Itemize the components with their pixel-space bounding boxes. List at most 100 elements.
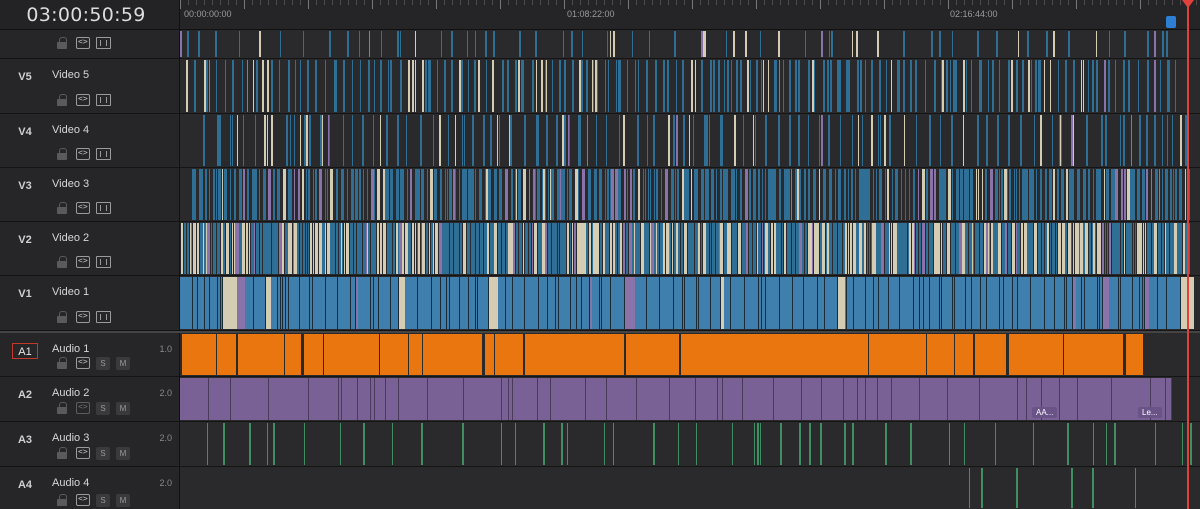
- clip[interactable]: [733, 169, 735, 220]
- clip[interactable]: [564, 223, 566, 274]
- clip[interactable]: [571, 31, 573, 57]
- clip[interactable]: [303, 31, 304, 57]
- clip[interactable]: [444, 60, 446, 112]
- clip[interactable]: [277, 169, 280, 220]
- clip[interactable]: [948, 169, 951, 220]
- clip[interactable]: [375, 378, 386, 420]
- clip[interactable]: [922, 169, 925, 220]
- clip[interactable]: [224, 169, 227, 220]
- clip[interactable]: [926, 169, 928, 220]
- clip[interactable]: [1104, 60, 1106, 112]
- clip[interactable]: [429, 223, 430, 274]
- clip[interactable]: [829, 223, 832, 274]
- track-lane-a4[interactable]: [180, 467, 1200, 509]
- clip[interactable]: [1017, 223, 1020, 274]
- clip[interactable]: [330, 169, 333, 220]
- clip[interactable]: [441, 31, 442, 57]
- clip[interactable]: [1180, 115, 1182, 166]
- clip[interactable]: [889, 223, 890, 274]
- clip[interactable]: [818, 277, 825, 329]
- clip[interactable]: [763, 60, 764, 112]
- clip[interactable]: [347, 169, 348, 220]
- clip[interactable]: [545, 169, 546, 220]
- clip[interactable]: [996, 31, 998, 57]
- clip[interactable]: [1016, 60, 1018, 112]
- clip[interactable]: [839, 60, 841, 112]
- clip[interactable]: [735, 223, 737, 274]
- clip[interactable]: [273, 423, 275, 465]
- clip[interactable]: [618, 169, 621, 220]
- clip[interactable]: [975, 334, 1006, 375]
- clip[interactable]: [1117, 223, 1120, 274]
- clip[interactable]: [960, 169, 963, 220]
- clip[interactable]: [194, 169, 196, 220]
- clip[interactable]: [1008, 60, 1010, 112]
- clip[interactable]: [1093, 169, 1094, 220]
- clip[interactable]: [708, 169, 709, 220]
- clip[interactable]: [432, 277, 441, 329]
- clip[interactable]: [459, 169, 460, 220]
- clip[interactable]: [889, 277, 900, 329]
- clip[interactable]: [1092, 468, 1094, 508]
- clip[interactable]: [789, 60, 791, 112]
- clip[interactable]: [1175, 169, 1177, 220]
- clip[interactable]: [545, 223, 547, 274]
- clip[interactable]: [207, 423, 208, 465]
- clip[interactable]: [1131, 115, 1132, 166]
- clip[interactable]: [1018, 277, 1031, 329]
- clip[interactable]: [279, 60, 280, 112]
- clip[interactable]: [222, 169, 223, 220]
- clip[interactable]: [525, 277, 539, 329]
- clip[interactable]: [271, 277, 278, 329]
- clip[interactable]: [238, 334, 284, 375]
- clip[interactable]: [747, 60, 749, 112]
- clip[interactable]: [972, 277, 981, 329]
- clip[interactable]: [548, 277, 556, 329]
- clip[interactable]: [269, 378, 309, 420]
- clip[interactable]: [187, 223, 189, 274]
- clip[interactable]: [1155, 169, 1158, 220]
- clip[interactable]: [380, 60, 382, 112]
- clip[interactable]: [1043, 223, 1044, 274]
- clip[interactable]: [977, 31, 979, 57]
- clip[interactable]: [653, 115, 655, 166]
- clip[interactable]: [941, 223, 942, 274]
- track-id[interactable]: A4: [12, 477, 38, 493]
- timecode-display[interactable]: 03:00:50:59: [0, 0, 179, 30]
- clip[interactable]: [383, 223, 386, 274]
- clip[interactable]: [448, 115, 449, 166]
- clip[interactable]: [561, 423, 563, 465]
- clip[interactable]: [871, 115, 873, 166]
- playhead[interactable]: [1187, 0, 1189, 509]
- clip[interactable]: [930, 277, 940, 329]
- clip[interactable]: [755, 115, 756, 166]
- clip[interactable]: [182, 334, 216, 375]
- clip[interactable]: [709, 115, 710, 166]
- clip[interactable]: [765, 115, 767, 166]
- clip[interactable]: [223, 223, 225, 274]
- clip[interactable]: [184, 223, 186, 274]
- clip[interactable]: [513, 378, 538, 420]
- clip[interactable]: [524, 115, 526, 166]
- clip[interactable]: [821, 31, 823, 57]
- lock-icon[interactable]: [56, 202, 70, 214]
- clip[interactable]: [995, 169, 998, 220]
- track-lane-a1[interactable]: [180, 333, 1200, 377]
- clip[interactable]: [768, 60, 769, 112]
- clip[interactable]: [990, 169, 993, 220]
- clip[interactable]: [605, 169, 606, 220]
- mute-button[interactable]: M: [116, 493, 130, 507]
- clip[interactable]: [1031, 169, 1034, 220]
- clip[interactable]: [743, 378, 774, 420]
- clip[interactable]: [552, 60, 553, 112]
- clip[interactable]: [1038, 223, 1041, 274]
- clip[interactable]: [1022, 60, 1024, 112]
- clip[interactable]: [848, 223, 849, 274]
- clip[interactable]: [1071, 468, 1073, 508]
- clip[interactable]: [973, 223, 974, 274]
- clip[interactable]: [610, 223, 612, 274]
- clip[interactable]: [789, 115, 791, 166]
- clip[interactable]: [297, 223, 299, 274]
- clip[interactable]: [548, 169, 549, 220]
- clip[interactable]: [1036, 169, 1037, 220]
